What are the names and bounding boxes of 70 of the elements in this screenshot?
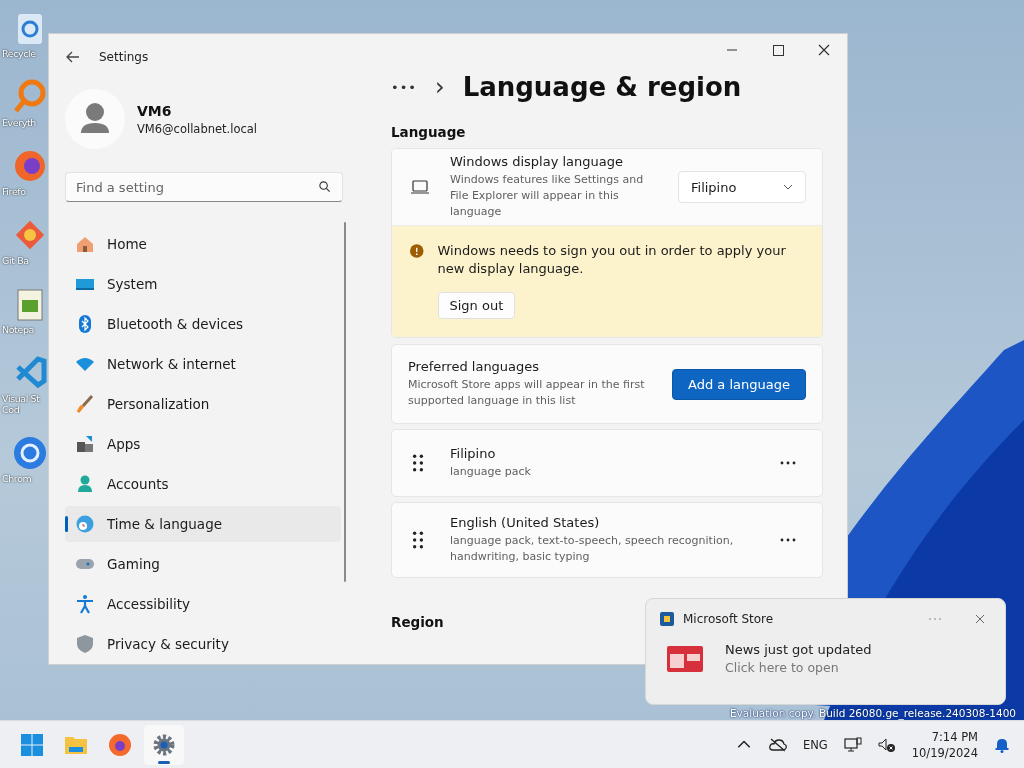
clock-date[interactable]: 10/19/2024	[911, 745, 978, 760]
section-heading: Region	[391, 614, 444, 631]
sidebar-item[interactable]: Accessibility	[65, 586, 341, 622]
setting-description: Microsoft Store apps will appear in the first supported language in this list	[408, 377, 646, 410]
network-monitor-icon[interactable]	[843, 736, 862, 753]
language-name: Filipino	[450, 446, 497, 462]
drag-handle-icon[interactable]	[412, 531, 424, 550]
avatar-icon[interactable]	[65, 89, 125, 149]
sign-out-button[interactable]: Sign out	[437, 292, 516, 320]
input-language-indicator[interactable]: ENG	[802, 737, 828, 752]
windows-logo-icon[interactable]	[20, 732, 44, 757]
user-email: VM6@collabnet.local	[137, 121, 258, 136]
bell-icon[interactable]	[994, 736, 1010, 753]
warning-message: Windows needs to sign you out in order to apply your new display language.	[437, 242, 787, 279]
speaker-muted-icon[interactable]	[877, 736, 896, 753]
page-title: Language & region	[462, 72, 742, 102]
notification-toast[interactable]: Microsoft Store News just got updated Click here to open	[645, 598, 1006, 705]
user-name: VM6	[137, 102, 173, 119]
clock-time[interactable]: 7:14 PM	[931, 729, 978, 744]
language-dropdown[interactable]: Filipino	[678, 171, 806, 203]
news-icon	[667, 645, 703, 672]
sidebar-item[interactable]: Personalization	[65, 386, 341, 422]
accessibility-icon	[75, 594, 95, 614]
search-icon[interactable]	[318, 180, 331, 193]
language-row[interactable]: English (United States) language pack, text-to-speech, speech recognition, handwriting, basic typing	[391, 502, 823, 579]
house-icon	[75, 234, 95, 254]
gear-icon[interactable]	[152, 732, 176, 757]
setting-title: Preferred languages	[408, 359, 541, 375]
add-language-button[interactable]: Add a language	[672, 368, 806, 400]
sidebar-item[interactable]: Accounts	[65, 466, 341, 502]
sidebar-item[interactable]: Home	[65, 226, 341, 262]
more-options-icon[interactable]	[780, 538, 796, 543]
back-arrow-icon[interactable]	[65, 49, 81, 65]
warning-icon	[410, 244, 424, 258]
chevron-down-icon	[783, 184, 793, 190]
sidebar-item[interactable]: Time & language	[65, 506, 341, 542]
apps-icon	[75, 434, 95, 454]
laptop-icon	[410, 179, 430, 195]
setting-title: Windows display language	[450, 154, 624, 170]
person-icon	[75, 474, 95, 494]
globe-clock-icon	[75, 514, 95, 534]
more-options-icon[interactable]	[780, 461, 796, 466]
section-heading: Language	[391, 124, 466, 140]
sidebar-item[interactable]: Apps	[65, 426, 341, 462]
notification-title: News just got updated	[725, 642, 872, 657]
language-features: language pack	[450, 464, 532, 481]
language-features: language pack, text-to-speech, speech recognition, handwriting, basic typing	[450, 533, 735, 566]
search-field[interactable]: Find a setting	[65, 172, 343, 202]
language-name: English (United States)	[450, 515, 601, 531]
breadcrumb-separator: ›	[435, 73, 445, 101]
sidebar-item[interactable]: Bluetooth & devices	[65, 306, 341, 342]
brush-icon	[75, 394, 95, 414]
sidebar-item[interactable]: Network & internet	[65, 346, 341, 382]
scrollbar[interactable]	[344, 222, 346, 582]
window-title: Settings	[99, 50, 149, 64]
cloud-off-icon[interactable]	[768, 736, 787, 753]
setting-description: Windows features like Settings and File Explorer will appear in this language	[450, 172, 645, 220]
store-app-icon	[660, 612, 674, 626]
language-row[interactable]: Filipino language pack	[391, 429, 823, 498]
notification-app-name: Microsoft Store	[683, 612, 775, 626]
gear-taskbar-button[interactable]	[144, 724, 184, 765]
notification-body: Click here to open	[725, 660, 840, 675]
close-icon[interactable]	[975, 614, 985, 624]
browser-icon[interactable]	[108, 732, 132, 757]
sidebar-item[interactable]: System	[65, 266, 341, 302]
sidebar-item[interactable]: Privacy & security	[65, 626, 341, 662]
sidebar-item[interactable]: Gaming	[65, 546, 341, 582]
drag-handle-icon[interactable]	[412, 454, 424, 473]
shield-icon	[75, 634, 95, 654]
breadcrumb-overflow[interactable]: •••	[391, 79, 417, 95]
